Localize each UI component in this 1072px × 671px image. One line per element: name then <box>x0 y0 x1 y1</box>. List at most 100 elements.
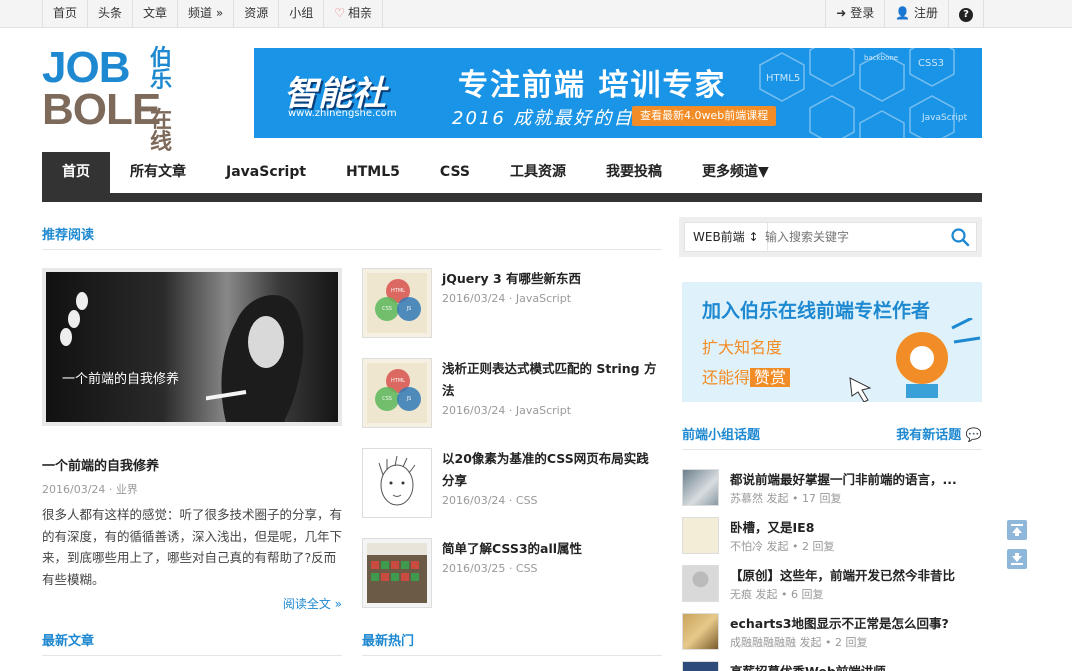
topnav-headlines[interactable]: 头条 <box>88 0 134 28</box>
search-input[interactable] <box>765 223 935 251</box>
article-item[interactable]: HTML CSS JS jQuery 3 有哪些新东西 2016/03/24 ·… <box>362 268 662 340</box>
help-button[interactable]: ? <box>948 0 984 28</box>
nav-submit[interactable]: 我要投稿 <box>586 152 682 193</box>
read-more-link[interactable]: 阅读全文 » <box>283 595 342 612</box>
user-plus-icon: 👤 <box>895 6 911 20</box>
avatar[interactable] <box>682 661 719 671</box>
avatar[interactable] <box>682 517 719 554</box>
search-category-label: WEB前端 <box>693 230 745 244</box>
arrow-up-icon <box>1011 524 1023 536</box>
topic-item[interactable]: 卧槽，又是IE8 不怕冷 发起 • 2 回复 <box>682 517 982 559</box>
banner-url: www.zhinengshe.com <box>288 108 397 119</box>
arrow-down-icon <box>1011 553 1023 565</box>
register-label: 注册 <box>913 6 938 20</box>
banner-tag-html5: HTML5 <box>766 73 800 84</box>
featured-image[interactable]: 一个前端的自我修养 <box>42 268 342 426</box>
search-category-select[interactable]: WEB前端 ↕ <box>685 223 768 251</box>
site-logo[interactable]: JOB BOLE 伯乐 在线 <box>42 43 177 154</box>
article-meta: 2016/03/24 · JavaScript <box>442 292 572 305</box>
topnav-home[interactable]: 首页 <box>42 0 89 28</box>
logo-text-bottom: BOLE <box>42 85 161 134</box>
topic-title[interactable]: 高薪招募优秀Web前端讲师 <box>730 661 886 671</box>
logo-text-top: JOB <box>42 43 130 92</box>
topic-meta: 成融融融融融 发起 • 2 回复 <box>730 636 868 649</box>
banner-subtitle: 2016 成就最好的自己 <box>452 108 654 129</box>
article-thumbnail[interactable] <box>362 538 432 608</box>
topic-item[interactable]: 都说前端最好掌握一门非前端的语言，... 苏慕然 发起 • 17 回复 <box>682 469 982 511</box>
avatar[interactable] <box>682 469 719 506</box>
banner-tag-backbone: backbone <box>864 54 898 62</box>
help-icon: ? <box>959 8 973 22</box>
topic-item[interactable]: 【原创】这些年，前端开发已然今非昔比 无痕 发起 • 6 回复 <box>682 565 982 607</box>
ad-reward-badge: 赞赏 <box>750 368 791 387</box>
banner-tag-js: JavaScript <box>921 113 968 123</box>
venn-js: JS <box>397 387 421 411</box>
article-meta: 2016/03/24 · JavaScript <box>442 404 572 417</box>
topnav-resources[interactable]: 资源 <box>234 0 280 28</box>
select-arrows-icon: ↕ <box>748 230 759 244</box>
search-box: WEB前端 ↕ <box>684 222 977 252</box>
article-item[interactable]: HTML CSS JS 浅析正则表达式模式匹配的 String 方法 2016/… <box>362 358 662 430</box>
nav-home[interactable]: 首页 <box>42 152 110 193</box>
nav-javascript[interactable]: JavaScript <box>206 152 326 193</box>
topnav-articles[interactable]: 文章 <box>133 0 179 28</box>
section-latest-hot: 最新热门 <box>362 630 662 656</box>
avatar[interactable] <box>682 565 719 602</box>
article-title[interactable]: 以20像素为基准的CSS网页布局实践分享 <box>442 448 660 492</box>
article-thumbnail[interactable]: HTML CSS JS <box>362 358 432 428</box>
featured-excerpt: 很多人都有这样的感觉：听了很多技术圈子的分享，有的有深度，有的循循善诱，深入浅出… <box>42 507 343 587</box>
topic-title[interactable]: 【原创】这些年，前端开发已然今非昔比 <box>730 565 955 584</box>
topnav-dating-label: 相亲 <box>348 6 373 20</box>
topic-item[interactable]: 高薪招募优秀Web前端讲师 <box>682 661 982 671</box>
comment-icon: 💬 <box>965 428 982 443</box>
article-title[interactable]: jQuery 3 有哪些新东西 <box>442 268 660 290</box>
article-item[interactable]: 简单了解CSS3的all属性 2016/03/25 · CSS <box>362 538 662 610</box>
sketch-face-image <box>378 455 416 506</box>
nav-tools[interactable]: 工具资源 <box>490 152 586 193</box>
nav-html5[interactable]: HTML5 <box>326 152 420 193</box>
section-group-topics: 前端小组话题 我有新话题 💬 <box>682 424 982 450</box>
ad-line-reward-text: 还能得 <box>702 368 751 387</box>
new-topic-link[interactable]: 我有新话题 💬 <box>896 424 982 443</box>
topic-meta: 无痕 发起 • 6 回复 <box>730 588 824 601</box>
topnav-channels[interactable]: 频道 » <box>178 0 235 28</box>
avatar[interactable] <box>682 613 719 650</box>
topic-title[interactable]: echarts3地图显示不正常是怎么回事? <box>730 613 949 632</box>
article-thumbnail[interactable]: HTML CSS JS <box>362 268 432 338</box>
topic-title[interactable]: 都说前端最好掌握一门非前端的语言，... <box>730 469 957 488</box>
lightbulb-gear-illustration <box>849 318 981 402</box>
login-icon: ➜ <box>836 6 847 20</box>
topnav-groups[interactable]: 小组 <box>279 0 325 28</box>
nav-all-articles[interactable]: 所有文章 <box>110 152 206 193</box>
main-nav: 首页 所有文章 JavaScript HTML5 CSS 工具资源 我要投稿 更… <box>42 152 982 202</box>
hex-pattern-graphic: HTML5 CSS3 JavaScript backbone <box>759 48 968 138</box>
logo-cn-bottom: 在线 <box>150 108 173 155</box>
featured-title[interactable]: 一个前端的自我修养 <box>42 455 159 474</box>
article-title[interactable]: 浅析正则表达式模式匹配的 String 方法 <box>442 358 660 402</box>
login-link[interactable]: ➜ 登录 <box>825 0 884 28</box>
ad-line-reward: 还能得 赞赏 <box>702 364 791 388</box>
topic-meta: 不怕冷 发起 • 2 回复 <box>730 540 835 553</box>
heart-icon: ♡ <box>334 6 346 20</box>
article-thumbnail[interactable] <box>362 448 432 518</box>
article-item[interactable]: 以20像素为基准的CSS网页布局实践分享 2016/03/24 · CSS <box>362 448 662 520</box>
venn-css: CSS <box>375 297 399 321</box>
topnav-dating[interactable]: ♡ 相亲 <box>324 0 384 28</box>
topic-item[interactable]: echarts3地图显示不正常是怎么回事? 成融融融融融 发起 • 2 回复 <box>682 613 982 655</box>
featured-meta: 2016/03/24 · 业界 <box>42 483 138 496</box>
banner-cta-button[interactable]: 查看最新4.0web前端课程 <box>632 106 777 126</box>
article-title[interactable]: 简单了解CSS3的all属性 <box>442 538 660 560</box>
search-bar: WEB前端 ↕ <box>679 217 982 257</box>
columnist-recruit-ad[interactable]: 加入伯乐在线前端专栏作者 扩大知名度 还能得 赞赏 <box>682 282 982 402</box>
go-to-bottom-button[interactable] <box>1007 549 1027 569</box>
topic-title[interactable]: 卧槽，又是IE8 <box>730 517 814 536</box>
register-link[interactable]: 👤 注册 <box>884 0 948 28</box>
nav-css[interactable]: CSS <box>420 152 490 193</box>
search-icon[interactable] <box>950 227 970 247</box>
nav-more-channels[interactable]: 更多频道▼ <box>682 152 789 193</box>
header-banner-ad[interactable]: HTML5 CSS3 JavaScript backbone 智能社 www.z… <box>254 48 982 138</box>
article-meta: 2016/03/24 · CSS <box>442 494 538 507</box>
back-to-top-button[interactable] <box>1007 520 1027 540</box>
venn-js: JS <box>397 297 421 321</box>
article-meta: 2016/03/25 · CSS <box>442 562 538 575</box>
